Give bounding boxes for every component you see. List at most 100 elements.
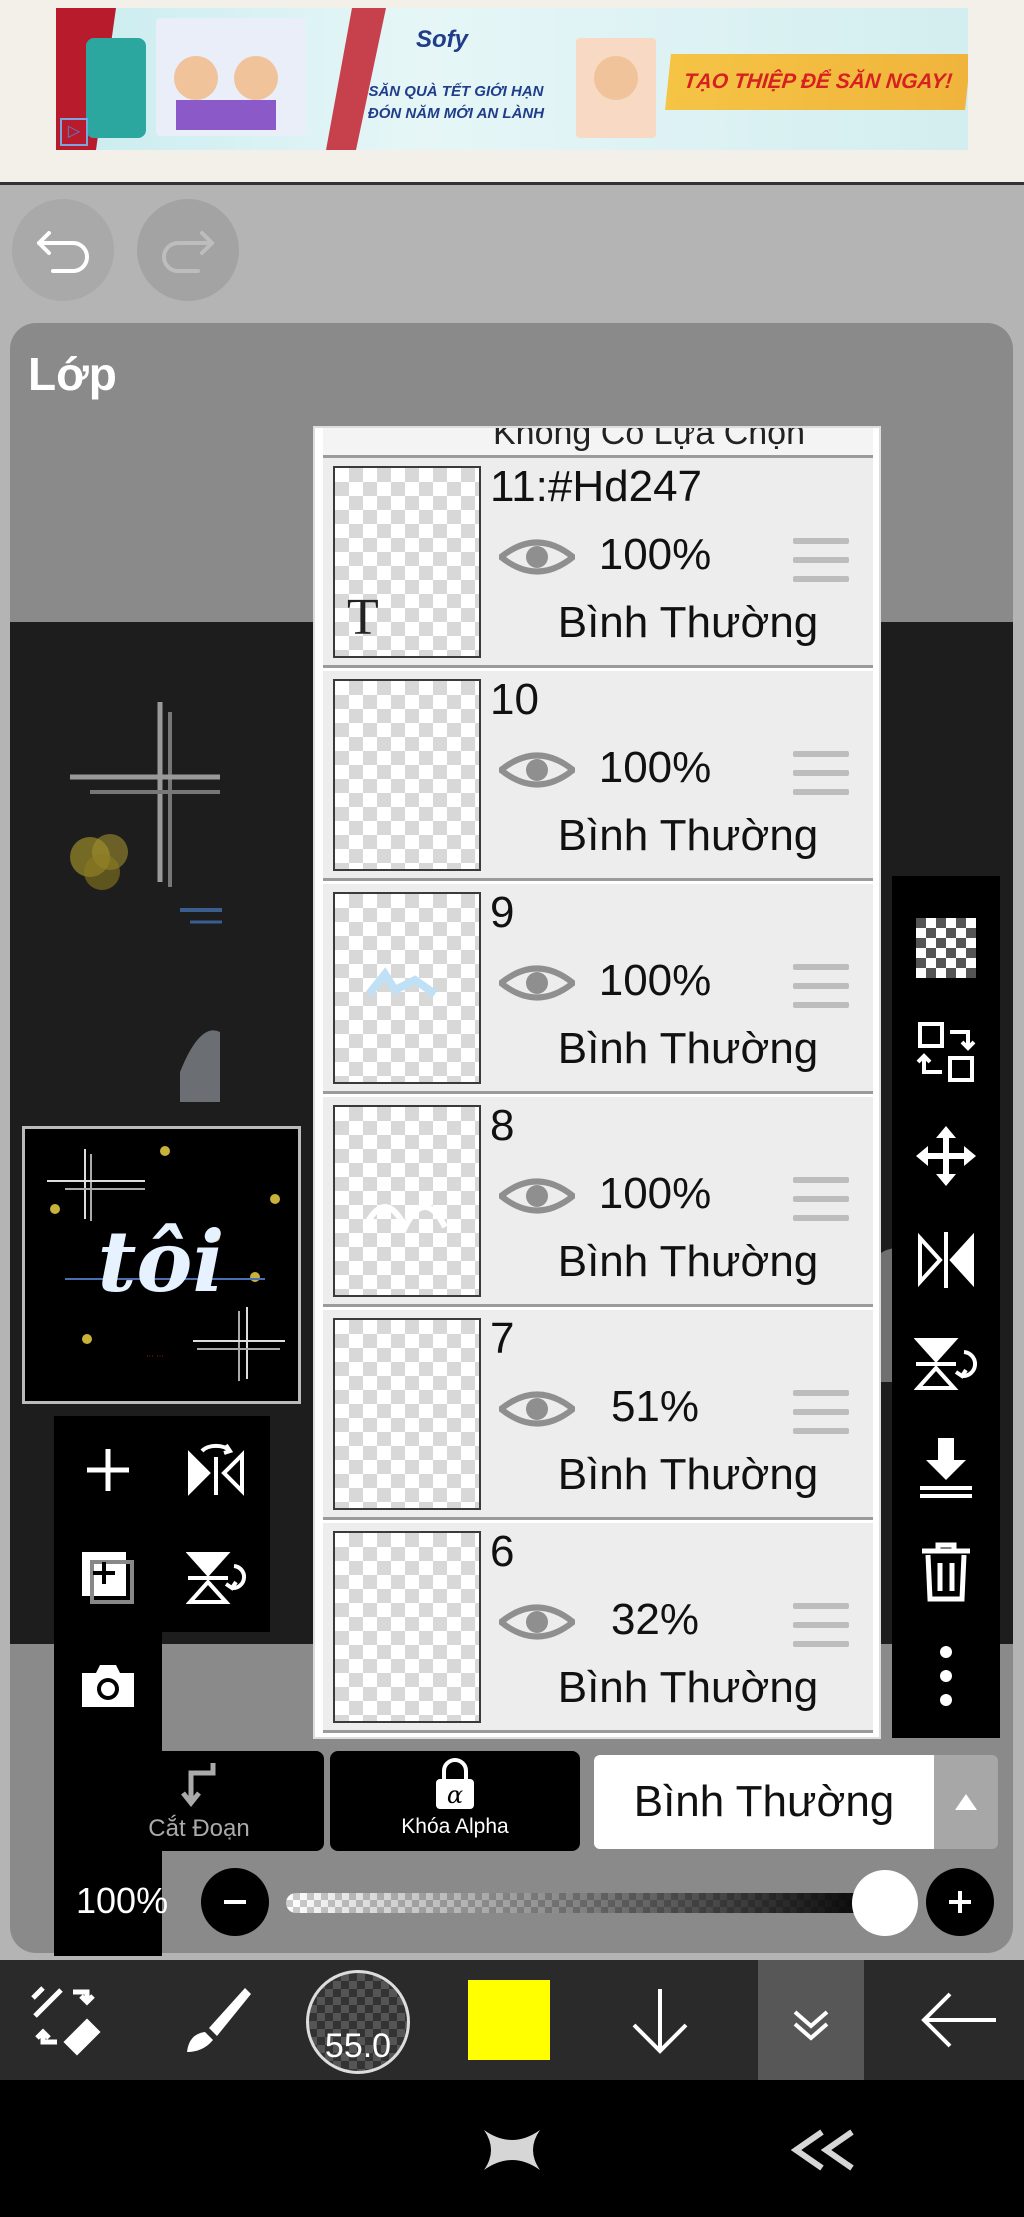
ad-choices-icon[interactable]: ▷	[60, 118, 88, 146]
camera-icon[interactable]	[54, 1632, 162, 1740]
color-swatch[interactable]	[468, 1980, 550, 2060]
layer-thumbnail[interactable]: T	[333, 466, 481, 658]
brush-size-value: 55.0	[324, 2027, 392, 2065]
layer-name: 6	[490, 1527, 515, 1576]
plus-icon	[949, 1891, 971, 1913]
layer-opacity: 100%	[598, 956, 712, 1005]
main-toolbar: 55.0	[0, 1960, 1024, 2080]
undo-button[interactable]	[12, 199, 114, 301]
move-icon[interactable]	[892, 1108, 1000, 1204]
layer-row[interactable]: 6 32% Bình Thường	[323, 1523, 873, 1733]
drag-handle-icon[interactable]	[793, 538, 849, 582]
layer-name: 9	[490, 888, 515, 937]
layer-opacity: 51%	[610, 1382, 700, 1431]
drag-handle-icon[interactable]	[793, 1390, 849, 1434]
opacity-decrease-button[interactable]	[201, 1868, 269, 1936]
blend-mode-select[interactable]: Bình Thường	[594, 1755, 934, 1849]
eye-icon[interactable]	[499, 1599, 575, 1645]
eye-icon[interactable]	[499, 747, 575, 793]
add-layer-icon[interactable]	[54, 1416, 162, 1524]
layer-thumbnail[interactable]	[333, 892, 481, 1084]
transparency-icon[interactable]	[892, 900, 1000, 996]
brush-size-button[interactable]: 55.0	[306, 1970, 410, 2074]
clipping-icon	[181, 1763, 216, 1808]
clipping-button[interactable]: Cắt Đoạn	[74, 1751, 324, 1851]
opacity-label: 100%	[76, 1880, 169, 1921]
rotate-layer-icon[interactable]	[162, 1524, 270, 1632]
layer-list[interactable]: Không Có Lựa Chọn T 11:#Hd247 100% Bình …	[313, 426, 881, 1739]
chevron-double-down-icon	[793, 2010, 829, 2041]
layer-name: 11:#Hd247	[490, 462, 703, 511]
undo-icon	[37, 231, 89, 273]
collapse-panel-button[interactable]	[758, 1960, 864, 2080]
layer-thumb-art	[362, 1204, 448, 1234]
ad-line-1: SĂN QUÀ TẾT GIỚI HẠN	[368, 83, 544, 100]
layer-thumb-art	[365, 967, 438, 998]
brush-tool-icon[interactable]	[160, 1960, 270, 2080]
layer-row[interactable]: T 11:#Hd247 100% Bình Thường	[323, 458, 873, 668]
layer-down-icon[interactable]	[610, 1960, 710, 2080]
layer-row[interactable]: 8 100% Bình Thường	[323, 1097, 873, 1307]
canvas-preview[interactable]: tôi ··· ···	[22, 1126, 301, 1404]
layer-name: 10	[490, 675, 539, 724]
eye-icon[interactable]	[499, 1386, 575, 1432]
blend-mode-dropdown-button[interactable]	[934, 1755, 998, 1849]
flip-icon[interactable]	[892, 1212, 1000, 1308]
drag-handle-icon[interactable]	[793, 1603, 849, 1647]
transform-icon[interactable]	[892, 1004, 1000, 1100]
opacity-slider-thumb[interactable]	[852, 1870, 918, 1936]
ad-cta-button[interactable]: TẠO THIỆP ĐỂ SĂN NGAY!	[665, 54, 968, 110]
clipping-label: Cắt Đoạn	[148, 1815, 250, 1842]
layer-blend-mode: Bình Thường	[557, 1450, 819, 1499]
layer-opacity: 32%	[610, 1595, 700, 1644]
drag-handle-icon[interactable]	[793, 964, 849, 1008]
redo-button[interactable]	[137, 199, 239, 301]
double-back-icon[interactable]	[790, 2128, 860, 2172]
partial-layer-label: Không Có Lựa Chọn	[493, 428, 805, 452]
text-layer-icon: T	[347, 589, 379, 646]
close-app-icon[interactable]	[478, 2126, 546, 2174]
preview-text: tôi	[98, 1212, 225, 1311]
eye-icon[interactable]	[499, 960, 575, 1006]
svg-text:··· ···: ··· ···	[146, 1352, 164, 1361]
layer-opacity: 100%	[598, 1169, 712, 1218]
opacity-slider[interactable]	[286, 1893, 886, 1913]
layer-blend-mode: Bình Thường	[557, 811, 819, 860]
lock-icon: α	[436, 1758, 474, 1809]
redo-icon	[162, 231, 214, 273]
layer-thumbnail[interactable]	[333, 1318, 481, 1510]
ad-line-2: ĐÓN NĂM MỚI AN LÀNH	[367, 105, 545, 122]
layer-thumbnail[interactable]	[333, 1531, 481, 1723]
ad-image[interactable]: Sofy SĂN QUÀ TẾT GIỚI HẠN ĐÓN NĂM MỚI AN…	[56, 8, 968, 150]
layer-row[interactable]: 10 100% Bình Thường	[323, 671, 873, 881]
merge-down-icon[interactable]	[892, 1420, 1000, 1516]
drag-handle-icon[interactable]	[793, 751, 849, 795]
layer-row[interactable]: 7 51% Bình Thường	[323, 1310, 873, 1520]
panel-title: Lớp	[28, 348, 117, 400]
eye-icon[interactable]	[499, 1173, 575, 1219]
opacity-increase-button[interactable]	[926, 1868, 994, 1936]
back-arrow-icon[interactable]	[910, 1960, 1010, 2080]
more-icon[interactable]	[892, 1628, 1000, 1724]
trash-icon[interactable]	[892, 1524, 1000, 1620]
rotate-icon[interactable]	[892, 1316, 1000, 1412]
layer-opacity: 100%	[598, 743, 712, 792]
layer-thumbnail[interactable]	[333, 679, 481, 871]
layer-blend-mode: Bình Thường	[557, 1237, 819, 1286]
layer-row[interactable]: 9 100% Bình Thường	[323, 884, 873, 1094]
selection-tool-icon[interactable]	[10, 1960, 120, 2080]
layer-blend-mode: Bình Thường	[557, 598, 819, 647]
ad-banner[interactable]: Sofy SĂN QUÀ TẾT GIỚI HẠN ĐÓN NĂM MỚI AN…	[0, 0, 1024, 185]
alpha-lock-button[interactable]: α Khóa Alpha	[330, 1751, 580, 1851]
eye-icon[interactable]	[499, 534, 575, 580]
layer-thumbnail[interactable]	[333, 1105, 481, 1297]
drag-handle-icon[interactable]	[793, 1177, 849, 1221]
system-nav-bar	[0, 2080, 1024, 2217]
layer-tools-toolbar	[892, 876, 1000, 1738]
minus-icon	[224, 1900, 246, 1904]
flip-layer-icon[interactable]	[162, 1416, 270, 1524]
duplicate-icon[interactable]	[54, 1524, 162, 1632]
layer-opacity: 100%	[598, 530, 712, 579]
ad-brand: Sofy	[416, 26, 469, 53]
layer-row-partial[interactable]: Không Có Lựa Chọn	[323, 428, 873, 458]
